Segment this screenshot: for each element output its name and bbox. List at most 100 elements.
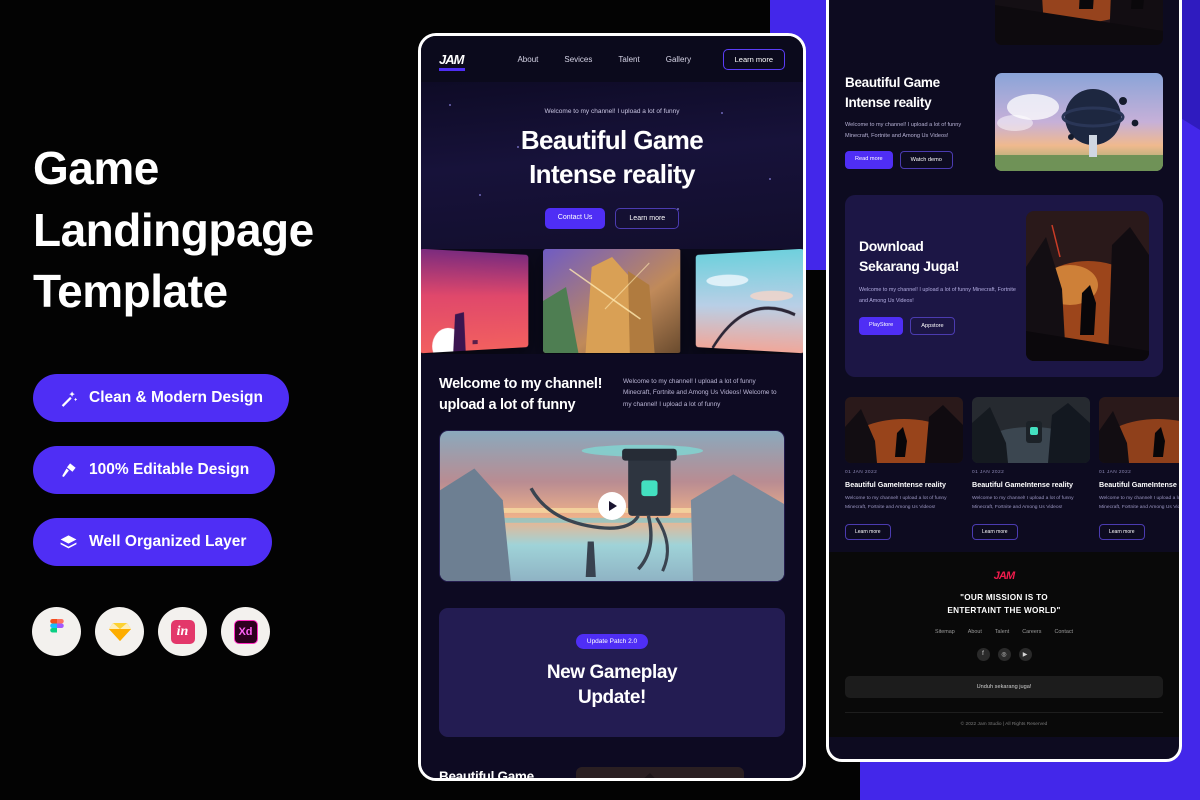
video-player[interactable] xyxy=(439,429,785,582)
blog-card-learn-more-button[interactable]: Learn more xyxy=(972,524,1018,541)
blog-card-image xyxy=(1099,397,1179,463)
right-hero-line-1: Beautiful Game xyxy=(845,75,940,90)
hero-subtitle: Welcome to my channel! I upload a lot of… xyxy=(544,108,680,115)
promo-title-line-2: Landingpage xyxy=(33,203,314,256)
right-hero-buttons: Read more Watch demo xyxy=(845,151,983,170)
hero-title-line-2: Intense reality xyxy=(529,158,695,189)
footer-cta-bar[interactable]: Unduh sekarang juga! xyxy=(845,675,1163,698)
promo-title-line-1: Game xyxy=(33,142,159,194)
youtube-icon[interactable]: ▶ xyxy=(1018,647,1032,661)
welcome-body: Welcome to my channel! I upload a lot of… xyxy=(623,377,777,409)
hero-section: Welcome to my channel! I upload a lot of… xyxy=(421,82,803,249)
download-text: Download Sekarang Juga! Welcome to my ch… xyxy=(859,237,1016,335)
footer-link-talent[interactable]: Talent xyxy=(995,629,1009,635)
right-hero-text: Beautiful Game Intense reality Welcome t… xyxy=(845,73,983,170)
footer-link-careers[interactable]: Careers xyxy=(1022,629,1041,635)
hero-contact-us-button[interactable]: Contact Us xyxy=(544,207,606,229)
feature-badge-editable: 100% Editable Design xyxy=(33,446,276,494)
paint-roller-icon xyxy=(62,462,76,477)
gallery-art-sky xyxy=(695,248,803,354)
update-title: New Gameplay Update! xyxy=(449,660,775,711)
download-body: Welcome to my channel! I upload a lot of… xyxy=(859,287,1016,304)
mockup-right-frame: Minecraft, Fortnite and Among Us Videos!… xyxy=(826,0,1182,762)
play-button[interactable] xyxy=(598,491,626,520)
gallery-item-1[interactable] xyxy=(421,248,529,354)
feature-badge-layers: Well Organized Layer xyxy=(33,518,273,566)
right-hero-watch-demo-button[interactable]: Watch demo xyxy=(899,151,953,170)
download-heading: Download Sekarang Juga! xyxy=(859,237,1016,276)
download-appstore-button[interactable]: Appstore xyxy=(910,316,955,335)
feature-badge-label: Clean & Modern Design xyxy=(89,389,263,406)
download-image xyxy=(1026,211,1149,361)
feature-badge-clean-modern: Clean & Modern Design xyxy=(33,374,289,422)
footer-link-contact[interactable]: Contact xyxy=(1054,629,1073,635)
nav-links: About Sevices Talent Gallery xyxy=(517,55,691,64)
update-title-line-1: New Gameplay xyxy=(546,661,678,683)
instagram-icon[interactable]: ◎ xyxy=(997,647,1011,661)
hero-buttons: Contact Us Learn more xyxy=(435,207,789,229)
blog-card-title: Beautiful GameIntense reality xyxy=(1099,480,1182,489)
nav-learn-more-button[interactable]: Learn more xyxy=(722,48,785,70)
download-buttons: PlayStore Appstore xyxy=(859,316,1016,335)
feature-heading-line-1: Beautiful Game xyxy=(439,768,534,781)
blog-card-date: 01 JAN 2022 xyxy=(972,470,1005,475)
feature-section: Beautiful Game Intense reality Welcome t… xyxy=(421,754,803,781)
download-line-2: Sekarang Juga! xyxy=(859,257,960,274)
footer-quote-line-2: ENTERTAINT THE WORLD" xyxy=(947,605,1061,615)
welcome-heading: Welcome to my channel! upload a lot of f… xyxy=(439,374,609,416)
nav-link-sevices[interactable]: Sevices xyxy=(564,55,592,64)
gallery-carousel xyxy=(421,248,803,354)
feature-text: Beautiful Game Intense reality Welcome t… xyxy=(439,767,564,781)
blog-card-image xyxy=(845,397,963,463)
blog-card[interactable]: 01 JAN 2022 Beautiful GameIntense realit… xyxy=(972,397,1090,541)
download-section: Download Sekarang Juga! Welcome to my ch… xyxy=(845,195,1163,377)
blog-card-body: Welcome to my channel! I upload a lot of… xyxy=(845,496,947,511)
blog-card-image xyxy=(972,397,1090,463)
gallery-item-3[interactable] xyxy=(695,248,803,354)
gallery-item-2[interactable] xyxy=(543,249,681,354)
right-top-section: Minecraft, Fortnite and Among Us Videos!… xyxy=(829,0,1179,59)
facebook-icon[interactable]: f xyxy=(976,647,990,661)
footer-quote-line-1: "OUR MISSION IS TO xyxy=(960,593,1048,603)
right-hero-image xyxy=(995,73,1163,171)
right-top-image xyxy=(995,0,1163,45)
mockup-left-frame: JAM About Sevices Talent Gallery Learn m… xyxy=(418,33,806,781)
blog-card-learn-more-button[interactable]: Learn more xyxy=(1099,524,1145,541)
nav-link-gallery[interactable]: Gallery xyxy=(666,55,691,64)
nav-link-talent[interactable]: Talent xyxy=(618,55,639,64)
blog-card[interactable]: 01 JAN 2022 Beautiful GameIntense realit… xyxy=(845,397,963,541)
footer-logo[interactable]: JAM xyxy=(845,570,1163,582)
video-section xyxy=(421,429,803,598)
download-art-warzone xyxy=(1026,211,1149,361)
blog-card[interactable]: 01 JAN 2022 Beautiful GameIntense realit… xyxy=(1099,397,1182,541)
update-section: Update Patch 2.0 New Gameplay Update! xyxy=(421,597,803,755)
sketch-icon xyxy=(108,622,131,641)
feature-art-ruins xyxy=(575,766,744,778)
feature-badge-label: Well Organized Layer xyxy=(89,533,247,550)
right-hero-section: Beautiful Game Intense reality Welcome t… xyxy=(829,59,1179,185)
welcome-heading-line-1: Welcome to my channel! xyxy=(439,375,603,392)
right-hero-body: Welcome to my channel! I upload a lot of… xyxy=(845,122,962,139)
site-navbar: JAM About Sevices Talent Gallery Learn m… xyxy=(421,36,803,82)
update-patch-badge: Update Patch 2.0 xyxy=(575,633,649,649)
download-line-1: Download xyxy=(859,238,924,255)
invision-icon-wrapper: in xyxy=(158,607,207,656)
site-logo[interactable]: JAM xyxy=(439,52,466,71)
blog-art-2 xyxy=(972,397,1090,463)
blog-art-1 xyxy=(845,397,963,463)
footer-copyright: © 2022 Jam Studio | All Rights Reserved xyxy=(845,711,1163,727)
blog-card-learn-more-button[interactable]: Learn more xyxy=(845,524,891,541)
right-hero-read-more-button[interactable]: Read more xyxy=(845,151,893,170)
hero-learn-more-button[interactable]: Learn more xyxy=(615,207,680,229)
download-playstore-button[interactable]: PlayStore xyxy=(859,316,904,335)
footer-link-about[interactable]: About xyxy=(968,629,982,635)
gallery-art-canyon xyxy=(543,249,681,354)
nav-link-about[interactable]: About xyxy=(517,55,538,64)
update-card: Update Patch 2.0 New Gameplay Update! xyxy=(439,607,785,737)
layers-icon xyxy=(60,534,77,548)
footer-link-sitemap[interactable]: Sitemap xyxy=(935,629,955,635)
promo-title-line-3: Template xyxy=(33,265,228,318)
right-hero-heading: Beautiful Game Intense reality xyxy=(845,73,983,112)
welcome-heading-line-2: upload a lot of funny xyxy=(439,396,576,413)
blog-card-list: 01 JAN 2022 Beautiful GameIntense realit… xyxy=(829,387,1179,552)
